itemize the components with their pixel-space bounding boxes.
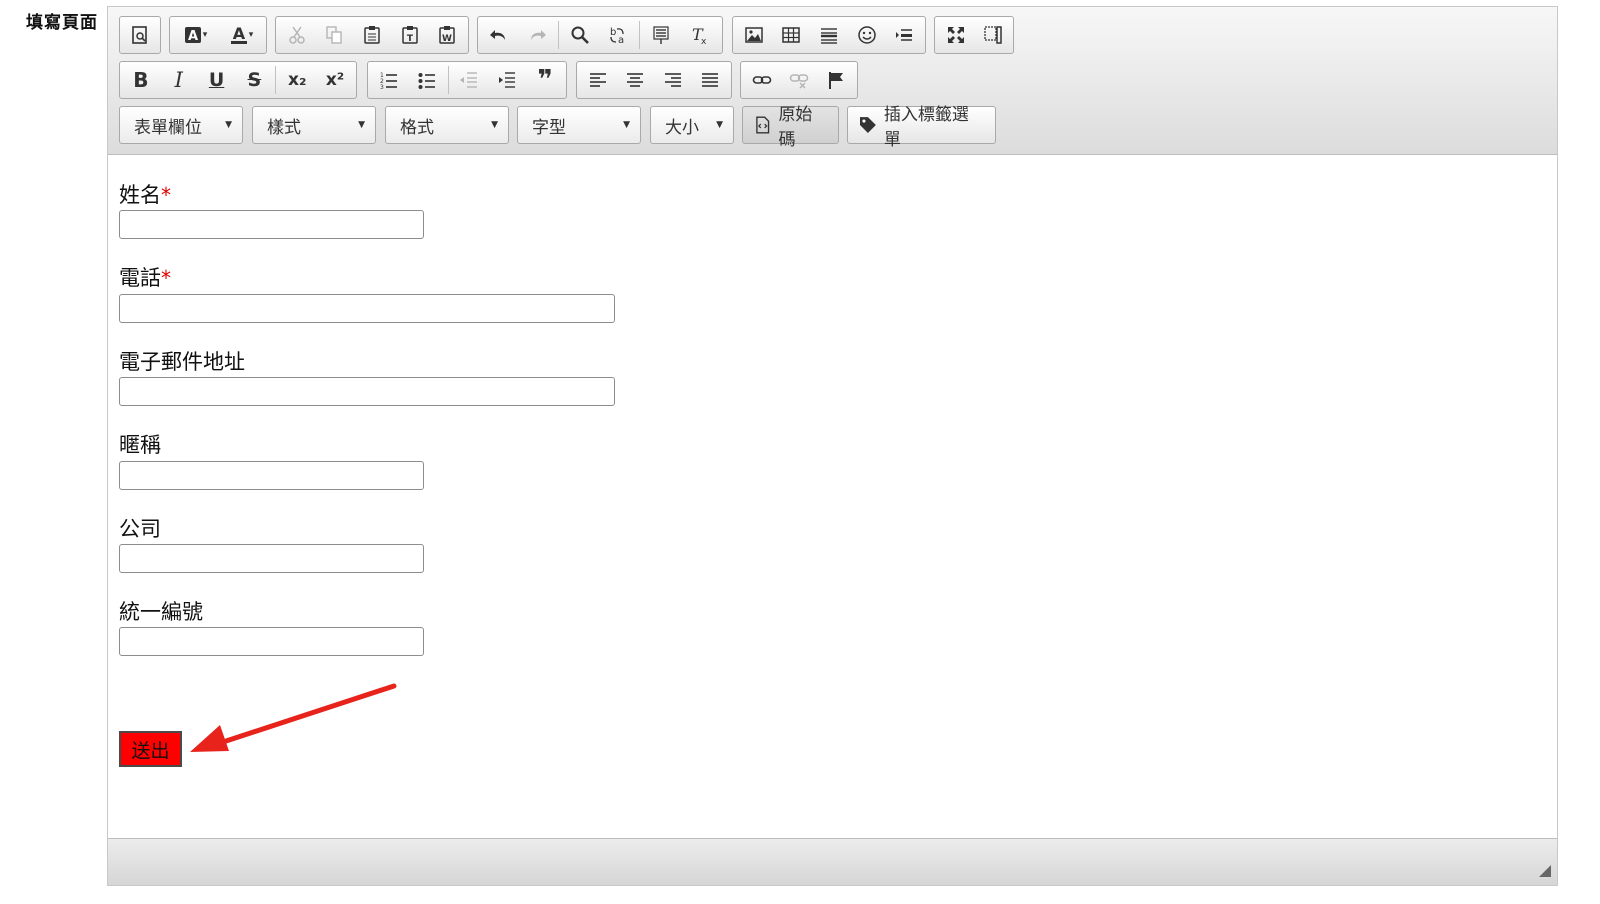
horizontal-line-icon[interactable] bbox=[810, 18, 848, 52]
source-button[interactable]: 原始碼 bbox=[742, 105, 839, 150]
form-field-dropdown[interactable]: 表單欄位 ▼ bbox=[119, 106, 243, 144]
font-dropdown-label: 字型 bbox=[532, 117, 566, 138]
page-break-icon[interactable] bbox=[885, 18, 923, 52]
chevron-down-icon: ▼ bbox=[623, 120, 630, 130]
format-dropdown[interactable]: 格式 ▼ bbox=[385, 106, 509, 144]
subscript-button[interactable]: x₂ bbox=[278, 63, 316, 97]
form-field-dropdown-label: 表單欄位 bbox=[134, 117, 202, 138]
page-label: 填寫頁面 bbox=[26, 13, 98, 33]
chevron-down-icon: ▼ bbox=[358, 120, 365, 130]
indent-icon[interactable] bbox=[488, 63, 526, 97]
italic-button[interactable]: I bbox=[160, 63, 198, 97]
select-all-icon[interactable] bbox=[642, 18, 680, 52]
align-center-icon[interactable] bbox=[617, 63, 655, 97]
copy-icon[interactable] bbox=[316, 18, 354, 52]
strikethrough-button[interactable]: S bbox=[235, 63, 273, 97]
toolbar-group-links bbox=[740, 61, 858, 99]
tag-icon bbox=[859, 117, 876, 133]
replace-icon[interactable]: ba bbox=[599, 18, 637, 52]
cut-icon[interactable] bbox=[278, 18, 316, 52]
align-right-icon[interactable] bbox=[654, 63, 692, 97]
font-dropdown[interactable]: 字型 ▼ bbox=[517, 106, 641, 144]
size-dropdown[interactable]: 大小 ▼ bbox=[650, 106, 734, 144]
source-button-label: 原始碼 bbox=[778, 105, 813, 150]
find-icon[interactable] bbox=[561, 18, 599, 52]
paste-text-icon[interactable]: T bbox=[391, 18, 429, 52]
undo-icon[interactable] bbox=[480, 18, 518, 52]
svg-text:x: x bbox=[701, 37, 707, 45]
toolbar-group-colors: A ▾ A ▾ bbox=[169, 16, 267, 54]
toolbar-separator bbox=[558, 21, 559, 49]
anchor-flag-icon[interactable] bbox=[818, 63, 855, 97]
superscript-button[interactable]: x² bbox=[316, 63, 354, 97]
svg-text:A: A bbox=[188, 29, 198, 44]
svg-text:T: T bbox=[407, 34, 414, 44]
blockquote-button[interactable]: ❞ bbox=[526, 63, 564, 97]
editor-content[interactable]: 姓名* 電話* 電子郵件地址 暱稱 公司 統一編號 送出 bbox=[108, 155, 1557, 839]
toolbar-group-basic-styles: B I U S x₂ x² bbox=[119, 61, 357, 99]
editor-status-bar bbox=[108, 838, 1557, 885]
toolbar-group-edit: ba Tx bbox=[477, 16, 723, 54]
remove-format-icon[interactable]: Tx bbox=[680, 18, 718, 52]
align-justify-icon[interactable] bbox=[692, 63, 730, 97]
editor-toolbar: A ▾ A ▾ T W b a T x B I U S x₂ x² 1 2 3 … bbox=[108, 7, 1557, 155]
bulleted-list-icon[interactable] bbox=[408, 63, 446, 97]
toolbar-group-preview bbox=[119, 16, 161, 54]
align-left-icon[interactable] bbox=[579, 63, 617, 97]
svg-text:W: W bbox=[442, 34, 452, 44]
smiley-icon[interactable] bbox=[848, 18, 886, 52]
show-blocks-icon[interactable] bbox=[974, 18, 1011, 52]
numbered-list-icon[interactable]: 123 bbox=[370, 63, 408, 97]
svg-text:A: A bbox=[233, 25, 246, 43]
toolbar-separator bbox=[447, 66, 449, 94]
styles-dropdown[interactable]: 樣式 ▼ bbox=[252, 106, 376, 144]
annotation-arrow bbox=[190, 683, 397, 752]
insert-tag-menu-label: 插入標籤選單 bbox=[883, 105, 969, 150]
svg-text:3: 3 bbox=[380, 84, 384, 90]
insert-tag-menu-button[interactable]: 插入標籤選單 bbox=[847, 105, 996, 150]
redo-icon[interactable] bbox=[518, 18, 556, 52]
toolbar-group-paragraph: 123 ❞ bbox=[367, 61, 567, 99]
rich-text-editor: A ▾ A ▾ T W b a T x B I U S x₂ x² 1 2 3 … bbox=[107, 6, 1558, 886]
svg-text:b: b bbox=[610, 27, 616, 38]
image-icon[interactable] bbox=[735, 18, 773, 52]
chevron-down-icon: ▼ bbox=[491, 120, 498, 130]
toolbar-separator bbox=[275, 66, 277, 94]
bold-button[interactable]: B bbox=[122, 63, 160, 97]
preview-icon[interactable] bbox=[122, 18, 158, 52]
toolbar-group-tools bbox=[934, 16, 1014, 54]
source-icon bbox=[756, 116, 770, 134]
outdent-icon[interactable] bbox=[451, 63, 489, 97]
styles-dropdown-label: 樣式 bbox=[267, 117, 301, 138]
background-color-icon[interactable]: A ▾ bbox=[172, 18, 218, 52]
format-dropdown-label: 格式 bbox=[400, 117, 434, 138]
maximize-icon[interactable] bbox=[937, 18, 974, 52]
toolbar-group-insert bbox=[732, 16, 926, 54]
toolbar-group-align bbox=[576, 61, 732, 99]
toolbar-separator bbox=[639, 21, 640, 49]
link-icon[interactable] bbox=[743, 63, 780, 97]
chevron-down-icon: ▼ bbox=[225, 120, 232, 130]
table-icon[interactable] bbox=[773, 18, 811, 52]
resize-handle-icon[interactable] bbox=[1539, 865, 1551, 877]
svg-text:a: a bbox=[618, 35, 624, 45]
toolbar-group-clipboard: T W bbox=[275, 16, 469, 54]
underline-button[interactable]: U bbox=[198, 63, 236, 97]
text-color-icon[interactable]: A ▾ bbox=[218, 18, 264, 52]
paste-from-word-icon[interactable]: W bbox=[428, 18, 466, 52]
chevron-down-icon: ▼ bbox=[716, 120, 723, 130]
unlink-icon[interactable] bbox=[780, 63, 817, 97]
paste-icon[interactable] bbox=[353, 18, 391, 52]
size-dropdown-label: 大小 bbox=[665, 117, 699, 138]
